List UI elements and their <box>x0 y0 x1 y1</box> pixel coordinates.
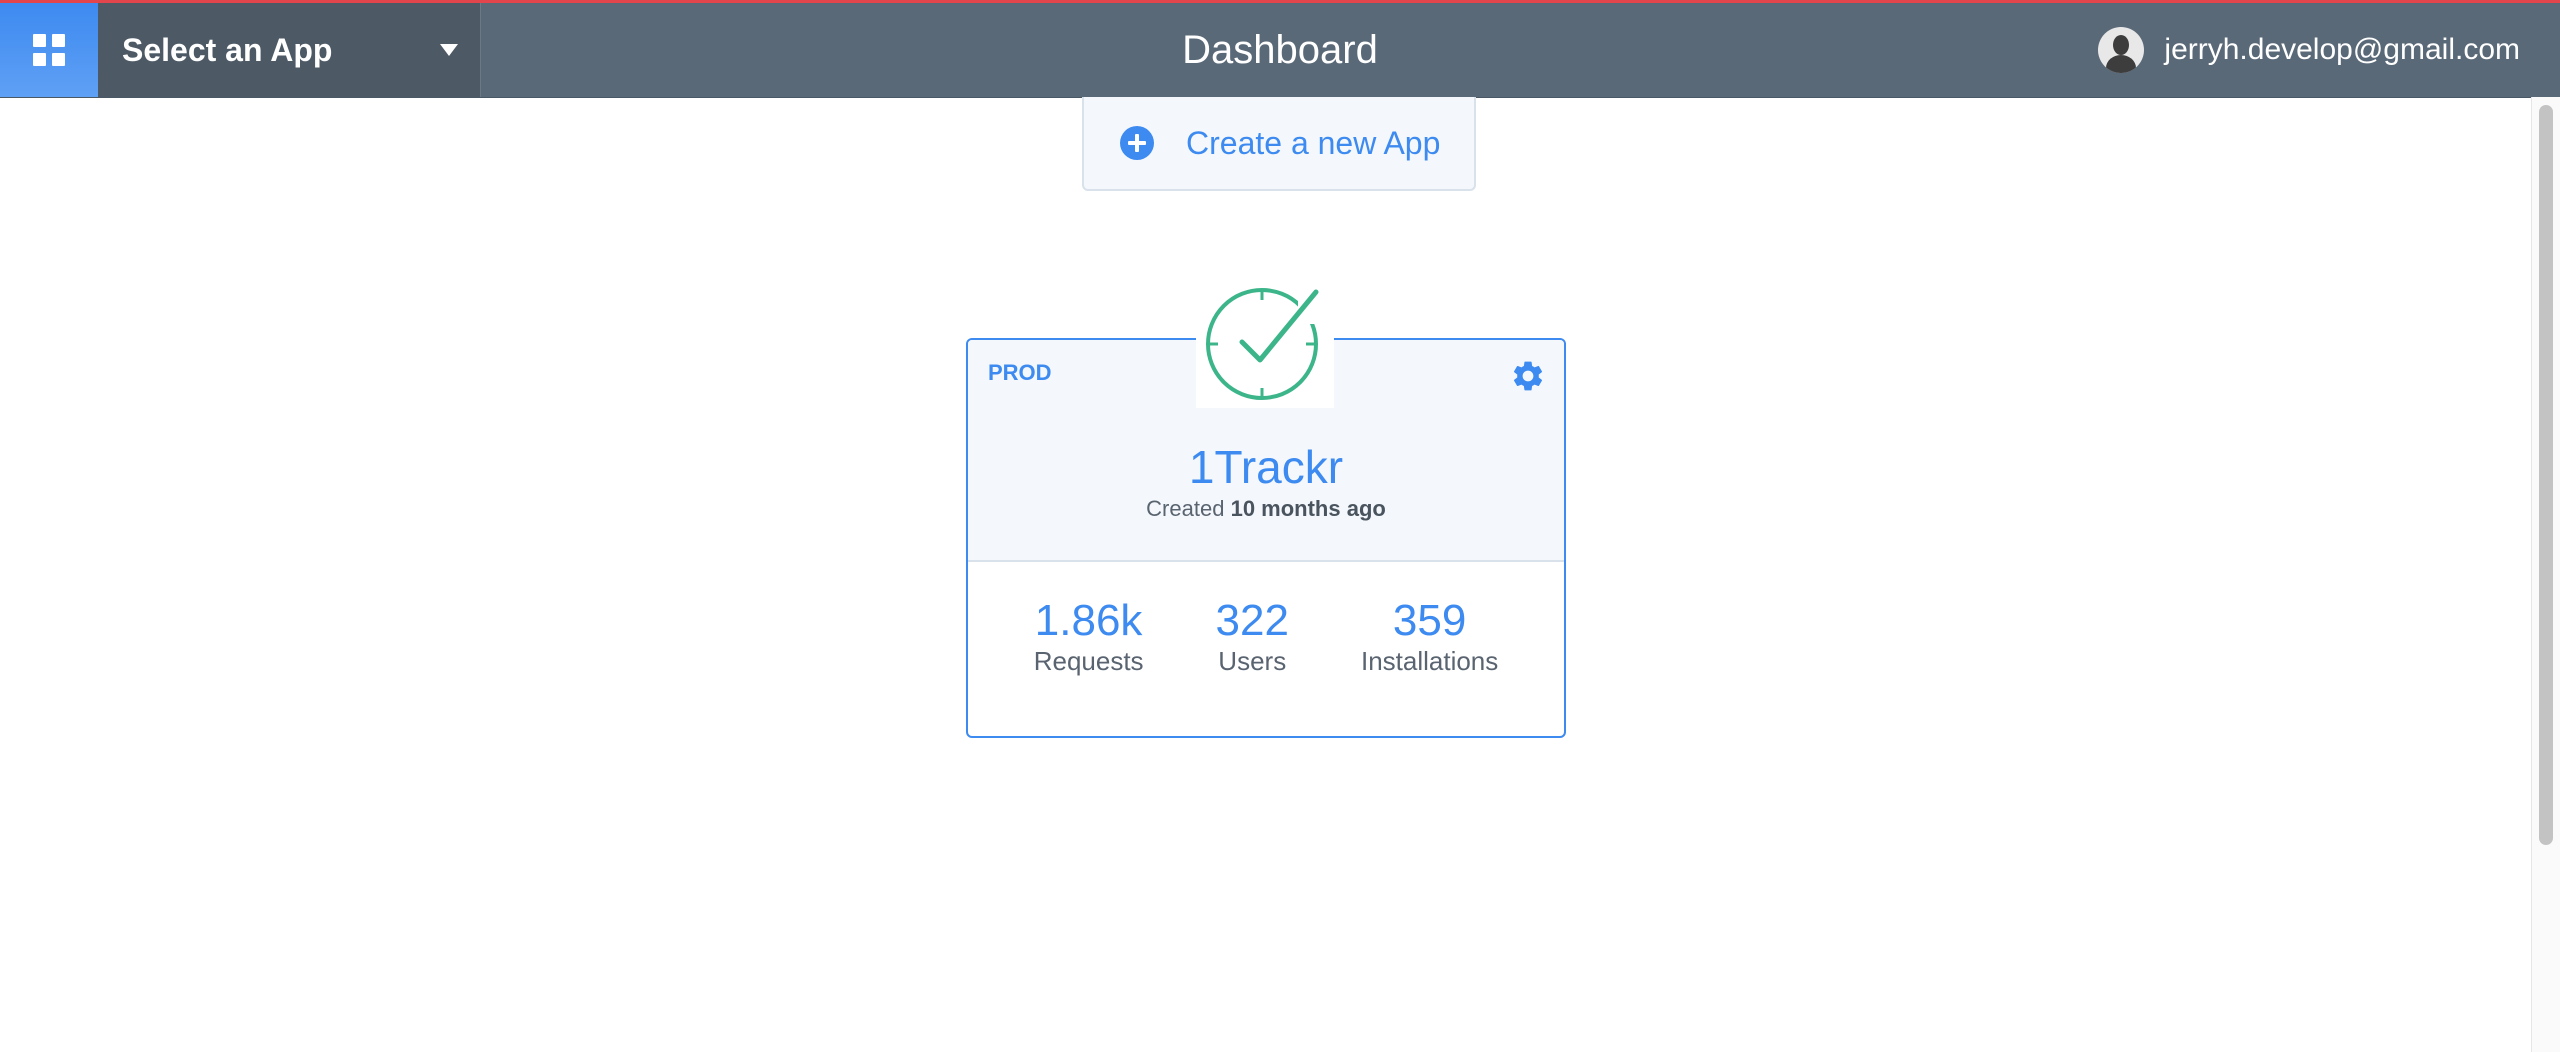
stat-installations: 359 Installations <box>1325 596 1534 676</box>
top-navigation-bar: Select an App Dashboard jerryh.develop@g… <box>0 3 2560 98</box>
caret-down-icon <box>440 44 458 56</box>
stat-label: Installations <box>1360 646 1499 676</box>
scrollbar-thumb[interactable] <box>2539 105 2553 845</box>
stat-label: Users <box>1218 646 1287 676</box>
app-name: 1Trackr <box>1188 441 1344 493</box>
avatar <box>2098 27 2145 73</box>
create-new-app-button[interactable]: Create a new App <box>1082 97 1476 191</box>
page-title: Dashboard <box>1182 28 1378 72</box>
stat-value: 359 <box>1392 596 1467 645</box>
stat-requests: 1.86k Requests <box>998 596 1180 676</box>
app-stats: 1.86k Requests 322 Users 359 Installatio… <box>968 596 1564 676</box>
stat-value: 1.86k <box>1034 596 1143 645</box>
plus-circle-icon <box>1120 126 1154 160</box>
stat-label: Requests <box>1033 646 1144 676</box>
clock-check-icon <box>1206 284 1324 400</box>
environment-badge: PROD <box>988 360 1052 385</box>
created-value: 10 months ago <box>1230 496 1386 521</box>
app-icon <box>1196 278 1334 408</box>
apps-menu-button[interactable] <box>0 3 98 97</box>
vertical-scrollbar[interactable] <box>2531 97 2560 1052</box>
gear-icon[interactable] <box>1510 358 1546 394</box>
app-selector-dropdown[interactable]: Select an App <box>98 3 481 97</box>
account-menu[interactable]: jerryh.develop@gmail.com <box>2098 3 2520 97</box>
account-email: jerryh.develop@gmail.com <box>2164 33 2520 66</box>
app-selector-label: Select an App <box>122 31 333 68</box>
created-prefix: Created <box>1146 496 1225 521</box>
create-new-app-label: Create a new App <box>1186 124 1441 161</box>
stat-value: 322 <box>1215 596 1289 645</box>
stat-users: 322 Users <box>1180 596 1325 676</box>
app-created-info: Created 10 months ago <box>968 496 1564 522</box>
grid-icon <box>33 34 65 66</box>
dashboard-page: Select an App Dashboard jerryh.develop@g… <box>0 0 2560 1052</box>
